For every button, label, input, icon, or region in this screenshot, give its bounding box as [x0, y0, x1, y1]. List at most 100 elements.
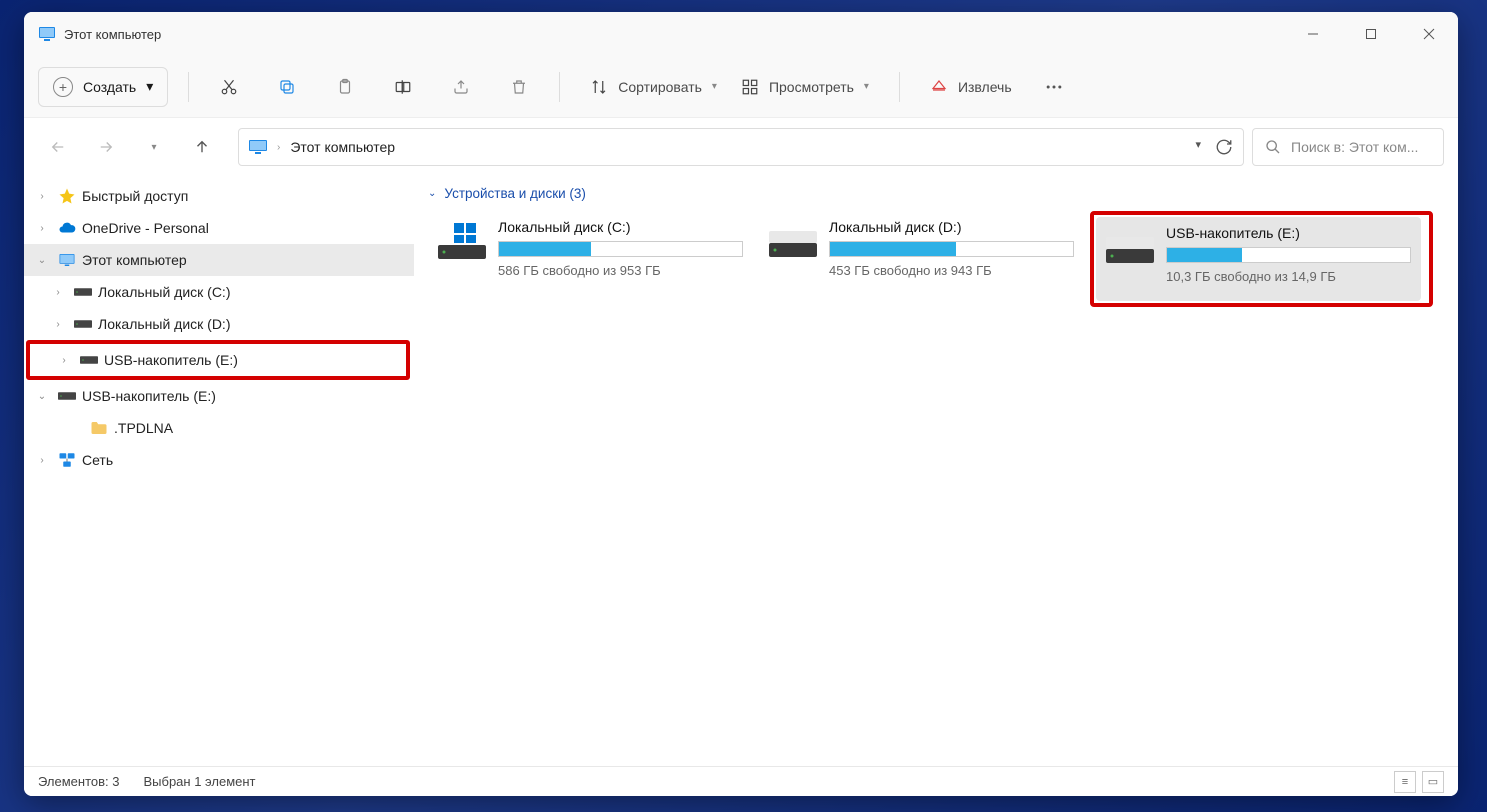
drive-free-text: 453 ГБ свободно из 943 ГБ — [829, 263, 1074, 278]
expander-icon[interactable]: › — [48, 319, 68, 330]
view-toggles: ≡ ▭ — [1394, 771, 1444, 793]
tree-item-label: USB-накопитель (E:) — [82, 388, 216, 404]
drive-name: Локальный диск (C:) — [498, 219, 743, 235]
expander-icon[interactable]: › — [32, 191, 52, 202]
tree-item-label: OneDrive - Personal — [82, 220, 209, 236]
tree-item[interactable]: ›Сеть — [24, 444, 414, 476]
drive-card[interactable]: Локальный диск (C:) 586 ГБ свободно из 95… — [428, 211, 753, 295]
tree-item[interactable]: › USB-накопитель (E:) — [30, 344, 406, 376]
tree-item[interactable]: › Локальный диск (D:) — [24, 308, 414, 340]
tree-item[interactable]: ›Быстрый доступ — [24, 180, 414, 212]
tree-item[interactable]: .TPDLNA — [24, 412, 414, 444]
section-header[interactable]: ⌄ Устройства и диски (3) — [428, 186, 1444, 201]
drive-icon — [74, 318, 92, 330]
tiles-view-button[interactable]: ▭ — [1422, 771, 1444, 793]
tree-item[interactable]: › OneDrive - Personal — [24, 212, 414, 244]
capacity-bar — [1166, 247, 1411, 263]
back-button[interactable] — [38, 127, 78, 167]
paste-button[interactable] — [325, 67, 365, 107]
selected-count: Выбран 1 элемент — [143, 774, 255, 789]
more-button[interactable] — [1034, 67, 1074, 107]
refresh-button[interactable] — [1215, 138, 1233, 156]
tree-item-label: USB-накопитель (E:) — [104, 352, 238, 368]
pc-icon — [58, 251, 76, 269]
clipboard-group — [209, 67, 539, 107]
navigation-tree: ›Быстрый доступ›OneDrive - Personal⌄Этот… — [24, 176, 414, 766]
maximize-button[interactable] — [1342, 12, 1400, 56]
eject-button[interactable]: Извлечь — [920, 67, 1022, 107]
expander-icon[interactable]: › — [32, 455, 52, 466]
cut-button[interactable] — [209, 67, 249, 107]
chevron-down-icon[interactable]: ▾ — [1195, 138, 1201, 156]
expander-icon[interactable]: › — [32, 223, 52, 234]
section-label: Устройства и диски (3) — [444, 186, 586, 201]
tree-item-label: Локальный диск (C:) — [98, 284, 231, 300]
tree-item-label: .TPDLNA — [114, 420, 173, 436]
minimize-button[interactable] — [1284, 12, 1342, 56]
up-button[interactable] — [182, 127, 222, 167]
explorer-window: Этот компьютер + Создать ▾ Сортировать ▾ — [24, 12, 1458, 796]
recent-button[interactable]: ▾ — [134, 127, 174, 167]
cloud-icon — [58, 219, 76, 237]
address-row: ▾ › Этот компьютер ▾ Поиск в: Этот ком..… — [24, 118, 1458, 176]
drive-name: USB-накопитель (E:) — [1166, 225, 1411, 241]
tree-item[interactable]: ⌄Этот компьютер — [24, 244, 414, 276]
eject-icon — [930, 78, 948, 96]
body: ›Быстрый доступ›OneDrive - Personal⌄Этот… — [24, 176, 1458, 766]
breadcrumb[interactable]: Этот компьютер — [290, 139, 395, 155]
status-bar: Элементов: 3 Выбран 1 элемент ≡ ▭ — [24, 766, 1458, 796]
drive-card[interactable]: USB-накопитель (E:) 10,3 ГБ свободно из 1… — [1096, 217, 1421, 301]
sort-button[interactable]: Сортировать ▾ — [580, 67, 727, 107]
separator — [188, 72, 189, 102]
chevron-right-icon: › — [277, 142, 280, 153]
content-pane: ⌄ Устройства и диски (3) Локальный диск … — [414, 176, 1458, 766]
forward-button[interactable] — [86, 127, 126, 167]
copy-button[interactable] — [267, 67, 307, 107]
drive-icon — [1106, 227, 1154, 265]
item-count: Элементов: 3 — [38, 774, 119, 789]
toolbar: + Создать ▾ Сортировать ▾ Просмотреть ▾ — [24, 56, 1458, 118]
drives-list: Локальный диск (C:) 586 ГБ свободно из 95… — [428, 211, 1444, 307]
view-icon — [741, 78, 759, 96]
window-controls — [1284, 12, 1458, 56]
chevron-down-icon: ▾ — [146, 78, 153, 95]
network-icon — [58, 451, 76, 469]
expander-icon[interactable]: › — [54, 355, 74, 366]
drive-name: Локальный диск (D:) — [829, 219, 1074, 235]
tree-item-label: Локальный диск (D:) — [98, 316, 231, 332]
drive-icon — [769, 221, 817, 259]
capacity-bar — [498, 241, 743, 257]
address-bar[interactable]: › Этот компьютер ▾ — [238, 128, 1244, 166]
drive-info: Локальный диск (D:) 453 ГБ свободно из 94… — [829, 219, 1074, 278]
tree-item[interactable]: ⌄ USB-накопитель (E:) — [24, 380, 414, 412]
new-button[interactable]: + Создать ▾ — [38, 67, 168, 107]
drive-icon — [74, 286, 92, 298]
new-label: Создать — [83, 79, 136, 95]
chevron-down-icon: ▾ — [864, 81, 869, 92]
delete-button[interactable] — [499, 67, 539, 107]
plus-icon: + — [53, 77, 73, 97]
close-button[interactable] — [1400, 12, 1458, 56]
drive-free-text: 10,3 ГБ свободно из 14,9 ГБ — [1166, 269, 1411, 284]
expander-icon[interactable]: ⌄ — [32, 391, 52, 402]
drive-info: Локальный диск (C:) 586 ГБ свободно из 95… — [498, 219, 743, 278]
rename-button[interactable] — [383, 67, 423, 107]
drive-icon — [58, 390, 76, 402]
capacity-bar — [829, 241, 1074, 257]
separator — [559, 72, 560, 102]
drive-card[interactable]: Локальный диск (D:) 453 ГБ свободно из 94… — [759, 211, 1084, 295]
view-label: Просмотреть — [769, 79, 854, 95]
drive-free-text: 586 ГБ свободно из 953 ГБ — [498, 263, 743, 278]
separator — [899, 72, 900, 102]
search-input[interactable]: Поиск в: Этот ком... — [1252, 128, 1444, 166]
view-button[interactable]: Просмотреть ▾ — [731, 67, 879, 107]
details-view-button[interactable]: ≡ — [1394, 771, 1416, 793]
share-button[interactable] — [441, 67, 481, 107]
expander-icon[interactable]: › — [48, 287, 68, 298]
window-title: Этот компьютер — [64, 27, 161, 42]
address-actions: ▾ — [1195, 138, 1233, 156]
expander-icon[interactable]: ⌄ — [32, 255, 52, 266]
highlight-annotation: USB-накопитель (E:) 10,3 ГБ свободно из 1… — [1090, 211, 1433, 307]
sort-label: Сортировать — [618, 79, 702, 95]
tree-item[interactable]: › Локальный диск (C:) — [24, 276, 414, 308]
